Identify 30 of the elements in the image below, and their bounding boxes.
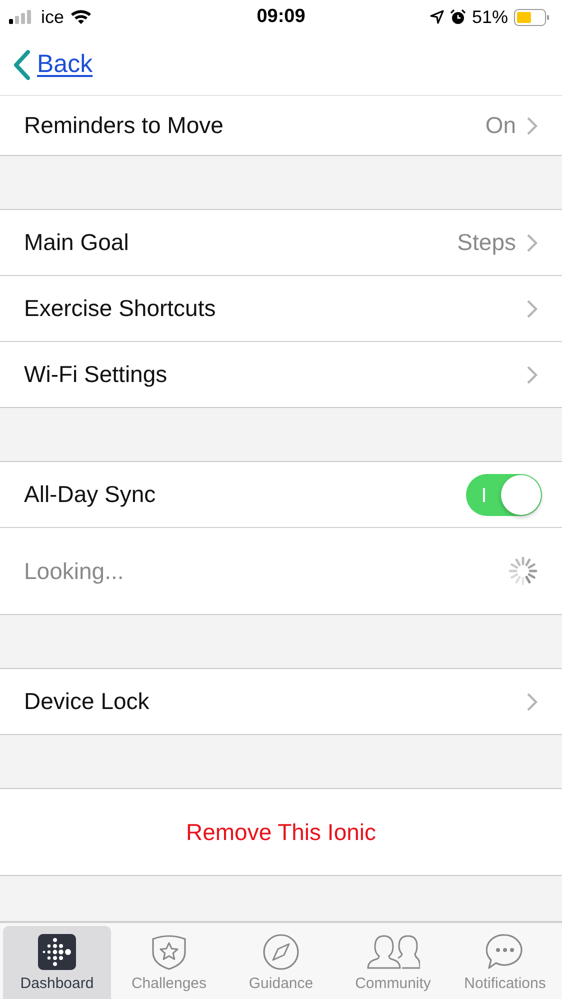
settings-row[interactable]: Wi-Fi Settings <box>0 341 562 407</box>
chevron-right-icon <box>526 232 538 252</box>
battery-percent: 51% <box>472 6 508 28</box>
status-text: Looking... <box>24 558 125 584</box>
wifi-icon <box>70 9 92 25</box>
star-badge-icon <box>150 934 188 970</box>
chevron-right-icon <box>526 692 538 712</box>
spinner-icon <box>508 556 538 586</box>
toggle-switch[interactable] <box>466 474 542 516</box>
settings-row[interactable]: Main Goal Steps <box>0 210 562 275</box>
location-icon <box>430 10 444 24</box>
dots-logo-icon <box>38 934 76 970</box>
chevron-right-icon <box>526 364 538 384</box>
chevron-left-icon <box>13 50 31 80</box>
settings-row[interactable]: Device Lock <box>0 669 562 734</box>
back-link[interactable]: Back <box>13 50 93 80</box>
chevron-right-icon <box>526 298 538 318</box>
alarm-icon <box>450 9 466 25</box>
carrier-name: ice <box>41 6 64 28</box>
settings-row[interactable]: Reminders to Move On <box>0 96 562 155</box>
battery-icon <box>514 8 550 26</box>
chevron-right-icon <box>526 116 538 136</box>
compass-icon <box>262 934 300 970</box>
remove-button[interactable]: Remove This Ionic <box>0 789 562 875</box>
people-icon <box>366 934 420 970</box>
chat-bubble-icon <box>486 934 524 970</box>
setting-label: All-Day Sync <box>24 481 157 508</box>
tab-item[interactable]: Dashboard <box>3 926 111 999</box>
settings-row[interactable]: Exercise Shortcuts <box>0 275 562 341</box>
clock-time: 09:09 <box>256 6 306 28</box>
